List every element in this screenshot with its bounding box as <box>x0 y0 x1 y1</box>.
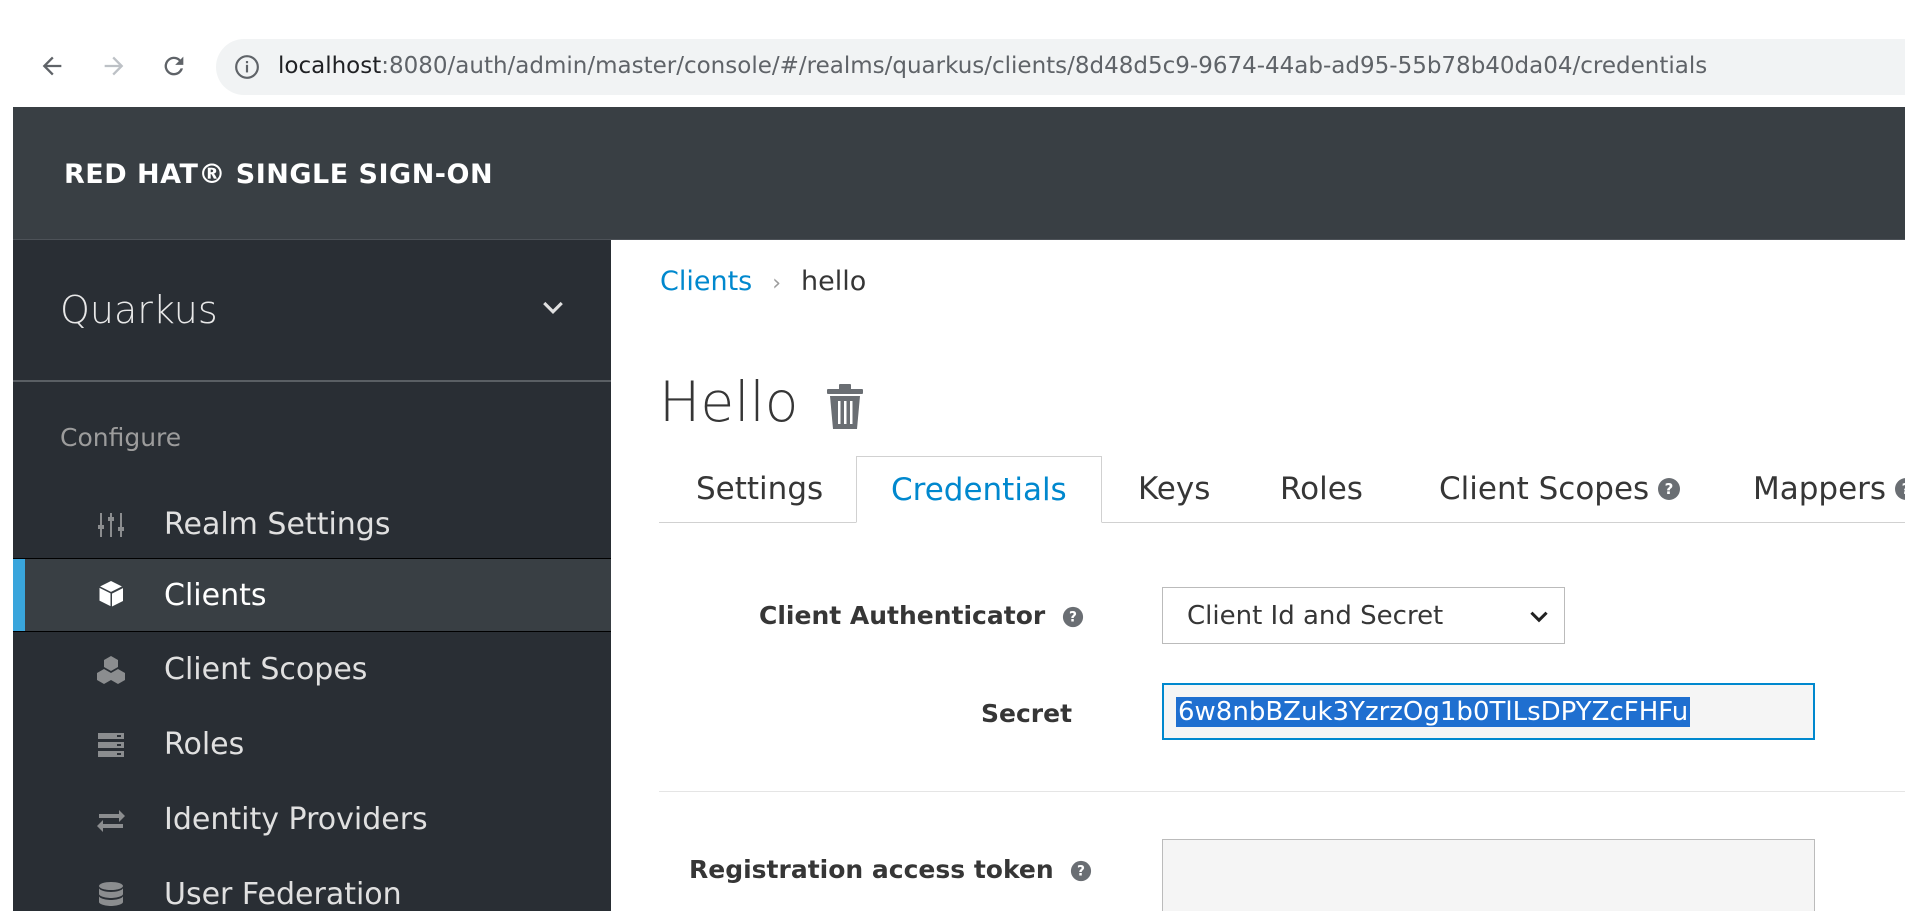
realm-selector[interactable]: Quarkus <box>13 240 611 382</box>
sidebar-item-label: User Federation <box>164 877 402 911</box>
select-value: Client Id and Secret <box>1187 601 1444 631</box>
tab-label: Credentials <box>891 471 1067 508</box>
back-button[interactable] <box>34 46 70 86</box>
main-content: Clients › hello Hello Settings Credentials… <box>611 240 1905 911</box>
sidebar-item-realm-settings[interactable]: Realm Settings <box>13 488 611 562</box>
cube-icon <box>98 581 124 608</box>
section-label-configure: Configure <box>60 423 182 452</box>
tab-client-scopes[interactable]: Client Scopes ? <box>1439 456 1681 522</box>
sidebar-item-identity-providers[interactable]: Identity Providers <box>13 783 611 857</box>
help-icon[interactable]: ? <box>1070 860 1092 882</box>
label-text: Registration access token <box>689 855 1054 884</box>
tab-mappers[interactable]: Mappers ? <box>1753 456 1905 522</box>
address-bar[interactable]: localhost:8080/auth/admin/master/console… <box>216 39 1905 95</box>
sliders-icon <box>98 513 124 537</box>
breadcrumb: Clients › hello <box>660 266 866 297</box>
page-title: Hello <box>659 370 799 434</box>
help-icon[interactable]: ? <box>1657 477 1681 501</box>
tab-label: Settings <box>696 471 824 507</box>
client-authenticator-label: Client Authenticator ? <box>759 601 1084 630</box>
sidebar-item-label: Roles <box>164 727 245 762</box>
brand-logo-text: RED HAT® SINGLE SIGN-ON <box>64 159 494 190</box>
help-icon[interactable]: ? <box>1062 606 1084 628</box>
trash-icon[interactable] <box>825 383 865 431</box>
label-text: Client Authenticator <box>759 601 1046 630</box>
sidebar-item-label: Realm Settings <box>164 507 391 542</box>
reload-button[interactable] <box>156 46 192 86</box>
database-icon <box>99 882 123 906</box>
secret-label: Secret <box>981 699 1073 728</box>
url-path: :8080/auth/admin/master/console/#/realms… <box>381 53 1708 79</box>
arrow-left-icon <box>42 56 62 76</box>
tab-settings[interactable]: Settings <box>696 456 823 522</box>
sidebar-item-clients[interactable]: Clients <box>13 558 611 632</box>
sidebar-item-user-federation[interactable]: User Federation <box>13 858 611 911</box>
help-icon[interactable]: ? <box>1894 477 1905 501</box>
tab-roles[interactable]: Roles <box>1280 456 1363 522</box>
secret-value: 6w8nbBZuk3YzrzOg1b0TlLsDPYZcFHFu <box>1176 697 1691 727</box>
sidebar-item-label: Identity Providers <box>164 802 428 837</box>
reload-icon <box>164 56 184 76</box>
sidebar-item-roles[interactable]: Roles <box>13 708 611 782</box>
breadcrumb-clients-link[interactable]: Clients <box>660 266 752 297</box>
tab-credentials[interactable]: Credentials <box>856 456 1102 523</box>
realm-name: Quarkus <box>60 288 218 332</box>
sidebar-item-client-scopes[interactable]: Client Scopes <box>13 633 611 707</box>
app-header: RED HAT® SINGLE SIGN-ON <box>13 107 1905 240</box>
breadcrumb-separator-icon: › <box>772 271 782 296</box>
svg-text:?: ? <box>1077 864 1085 880</box>
tab-label: Client Scopes <box>1439 471 1650 507</box>
svg-text:?: ? <box>1069 610 1077 626</box>
svg-text:?: ? <box>1665 480 1674 498</box>
tab-keys[interactable]: Keys <box>1138 456 1210 522</box>
sidebar-item-label: Clients <box>164 578 267 613</box>
divider <box>659 791 1905 792</box>
tab-label: Roles <box>1280 471 1363 507</box>
registration-token-label: Registration access token ? <box>689 855 1092 884</box>
sidebar-item-label: Client Scopes <box>164 652 368 687</box>
tab-label: Keys <box>1138 471 1211 507</box>
arrow-right-icon <box>104 56 124 76</box>
server-icon <box>98 733 124 757</box>
tab-label: Mappers <box>1753 471 1887 507</box>
info-icon[interactable] <box>234 54 260 80</box>
chevron-down-icon <box>1530 611 1548 623</box>
url-host: localhost <box>278 53 382 79</box>
cubes-icon <box>97 656 125 684</box>
breadcrumb-current: hello <box>801 266 867 297</box>
client-authenticator-select[interactable]: Client Id and Secret <box>1162 587 1565 644</box>
chevron-down-icon <box>543 301 563 314</box>
tab-bar: Settings Credentials Keys Roles Client S… <box>659 456 1905 523</box>
forward-button[interactable] <box>96 46 132 86</box>
url-text: localhost:8080/auth/admin/master/console… <box>278 53 1707 79</box>
active-indicator <box>13 559 25 631</box>
secret-field[interactable]: 6w8nbBZuk3YzrzOg1b0TlLsDPYZcFHFu <box>1162 683 1815 740</box>
registration-token-field[interactable] <box>1162 839 1815 911</box>
exchange-icon <box>97 810 125 832</box>
browser-toolbar: localhost:8080/auth/admin/master/console… <box>0 0 1905 107</box>
